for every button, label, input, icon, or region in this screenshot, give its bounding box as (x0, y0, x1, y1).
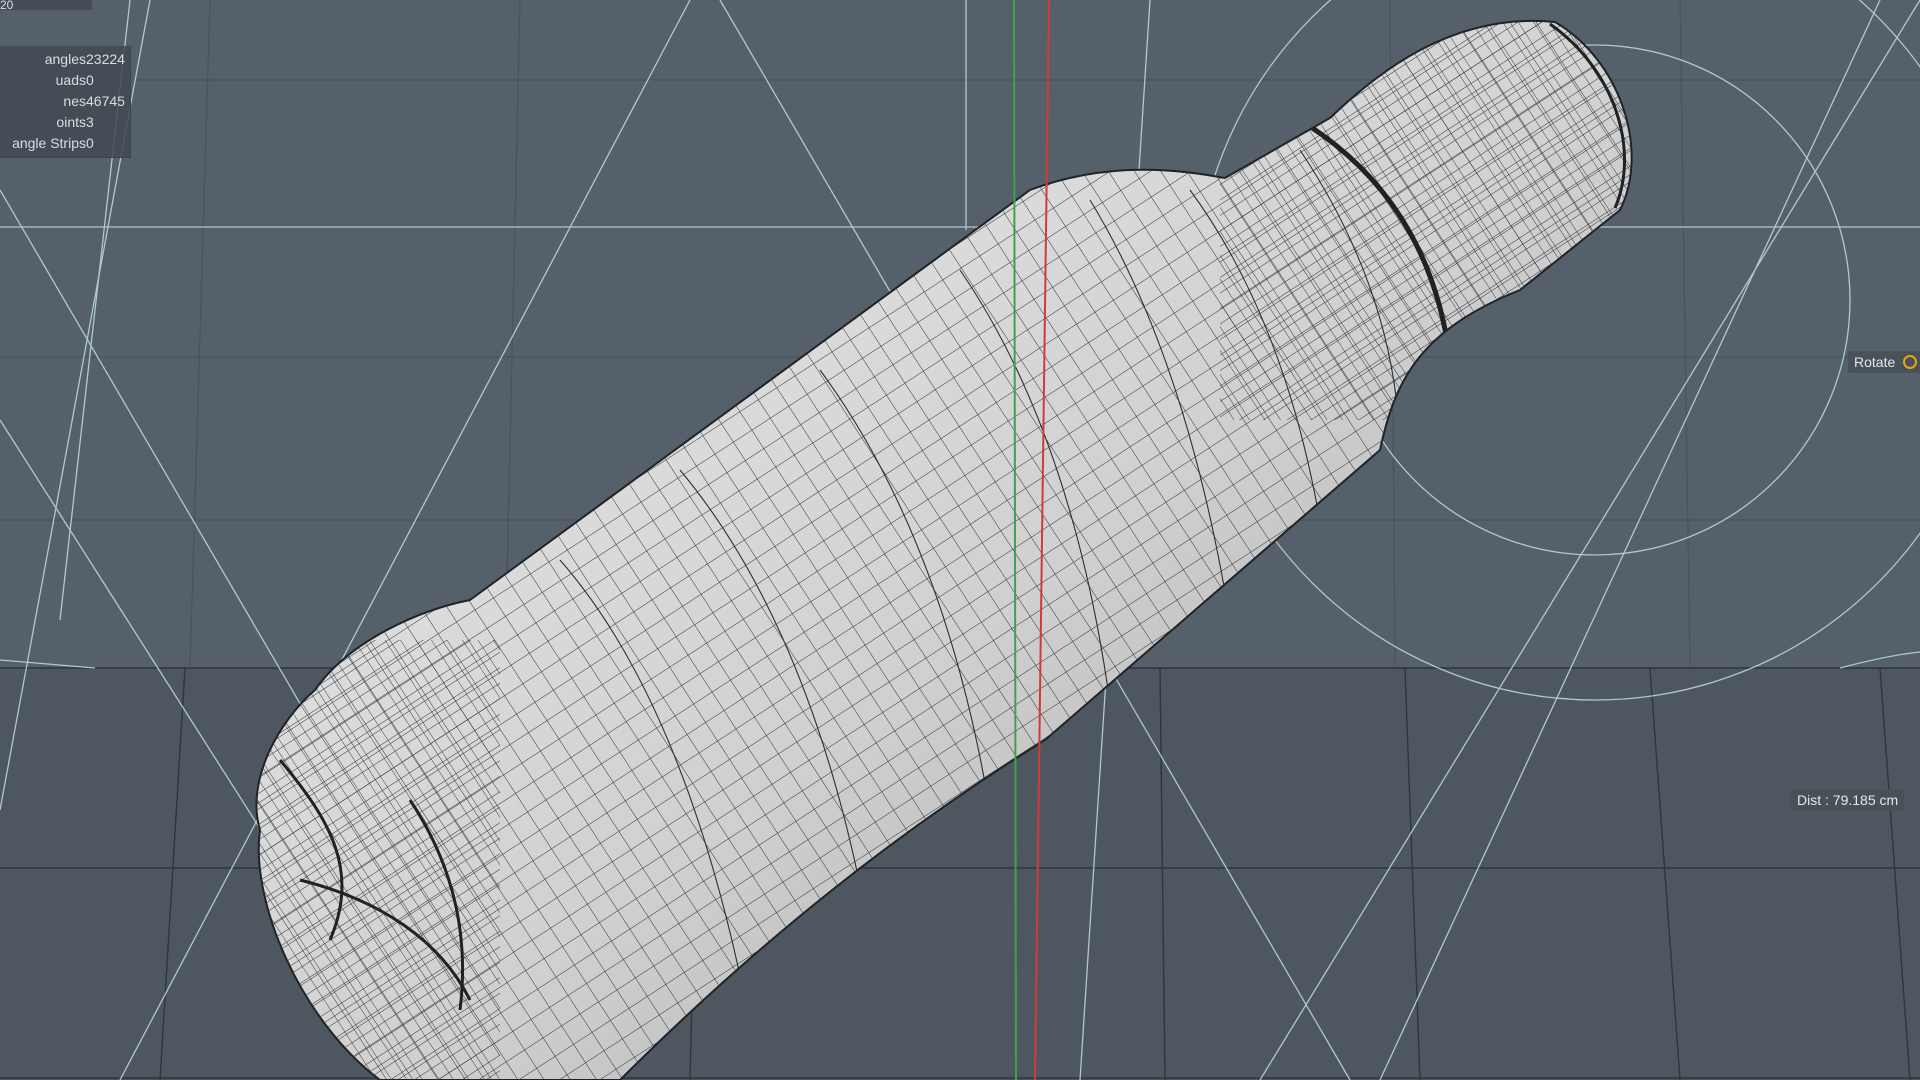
stat-row-points: oints 3 (0, 112, 130, 133)
stat-value: 23224 (86, 51, 125, 67)
3d-viewport[interactable]: 20 angles 23224 uads 0 nes 46745 oints 3… (0, 0, 1920, 1080)
stat-value: 0 (86, 135, 94, 151)
distance-readout: Dist : 79.185 cm (1791, 789, 1905, 811)
stat-row-lines: nes 46745 (0, 91, 130, 112)
stat-label: uads (55, 72, 86, 88)
orange-ring-icon (1903, 355, 1918, 369)
rotate-tool-tag[interactable]: Rotate (1848, 351, 1920, 373)
stat-label: nes (63, 93, 86, 109)
stats-header-fragment: 20 (0, 0, 92, 10)
stat-label: oints (56, 114, 86, 130)
stat-row-quads: uads 0 (0, 70, 130, 91)
stat-value: 46745 (86, 93, 125, 109)
stat-row-triangle-strips: angle Strips 0 (0, 133, 130, 154)
stat-label: angle Strips (12, 135, 86, 151)
stat-label: angles (44, 51, 86, 67)
mesh-statistics-panel: angles 23224 uads 0 nes 46745 oints 3 an… (0, 46, 131, 158)
viewport-canvas (0, 0, 1920, 1080)
stat-value: 3 (86, 114, 94, 130)
stat-row-triangles: angles 23224 (0, 49, 130, 70)
stat-value: 0 (86, 72, 94, 88)
rotate-label: Rotate (1854, 354, 1896, 370)
